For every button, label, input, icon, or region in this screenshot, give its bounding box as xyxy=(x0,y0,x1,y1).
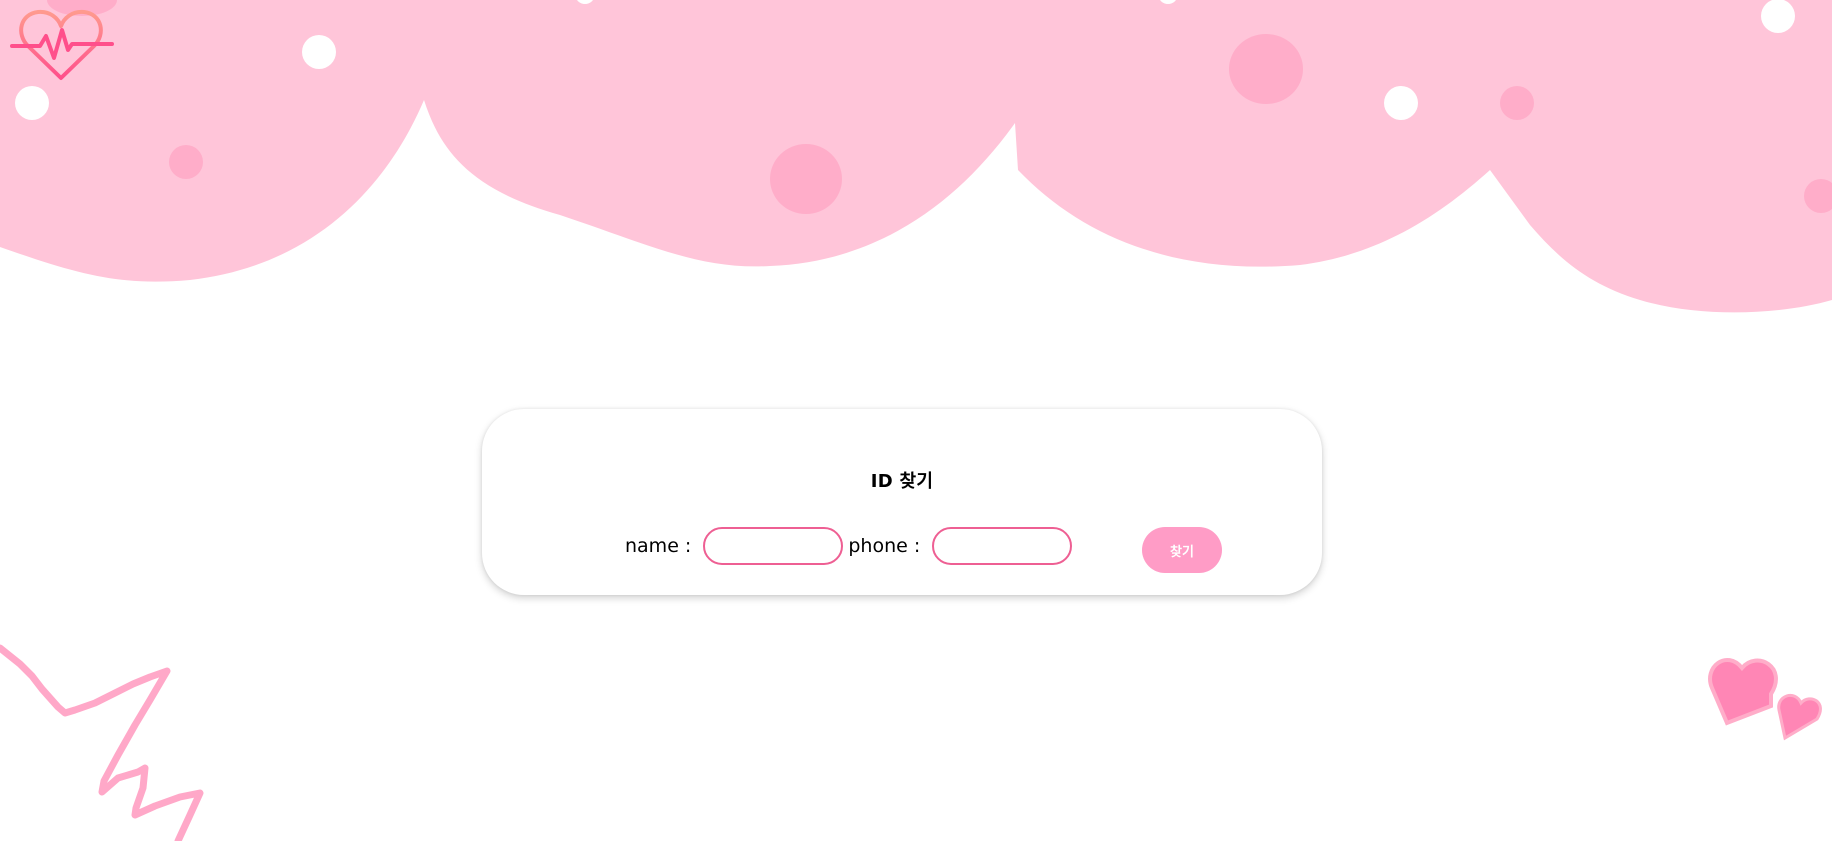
page: ID 찾기 name : phone : 찾기 xyxy=(0,0,1832,841)
phone-label: phone : xyxy=(848,535,927,557)
cloud-white-dot xyxy=(15,86,49,120)
name-label: name : xyxy=(625,535,698,557)
cloud-banner xyxy=(0,0,1832,313)
cloud-dot xyxy=(1229,34,1303,104)
cloud-dot xyxy=(1500,86,1534,120)
find-id-card: ID 찾기 name : phone : 찾기 xyxy=(482,409,1322,595)
card-title: ID 찾기 xyxy=(870,471,934,492)
cloud-white-dot xyxy=(1384,86,1418,120)
logo[interactable] xyxy=(10,6,114,84)
zigzag-scribble xyxy=(0,644,204,841)
cloud-dot xyxy=(770,144,842,214)
cloud-dot xyxy=(169,145,203,179)
hearts-icon xyxy=(1708,658,1822,741)
phone-input[interactable] xyxy=(932,527,1073,565)
cloud-white-dot xyxy=(302,35,336,69)
find-button[interactable]: 찾기 xyxy=(1142,527,1222,573)
heart-pulse-icon xyxy=(10,9,114,80)
find-id-form-row: name : phone : xyxy=(625,526,1077,566)
cloud-white-dot xyxy=(1761,0,1795,33)
name-input[interactable] xyxy=(703,527,844,565)
